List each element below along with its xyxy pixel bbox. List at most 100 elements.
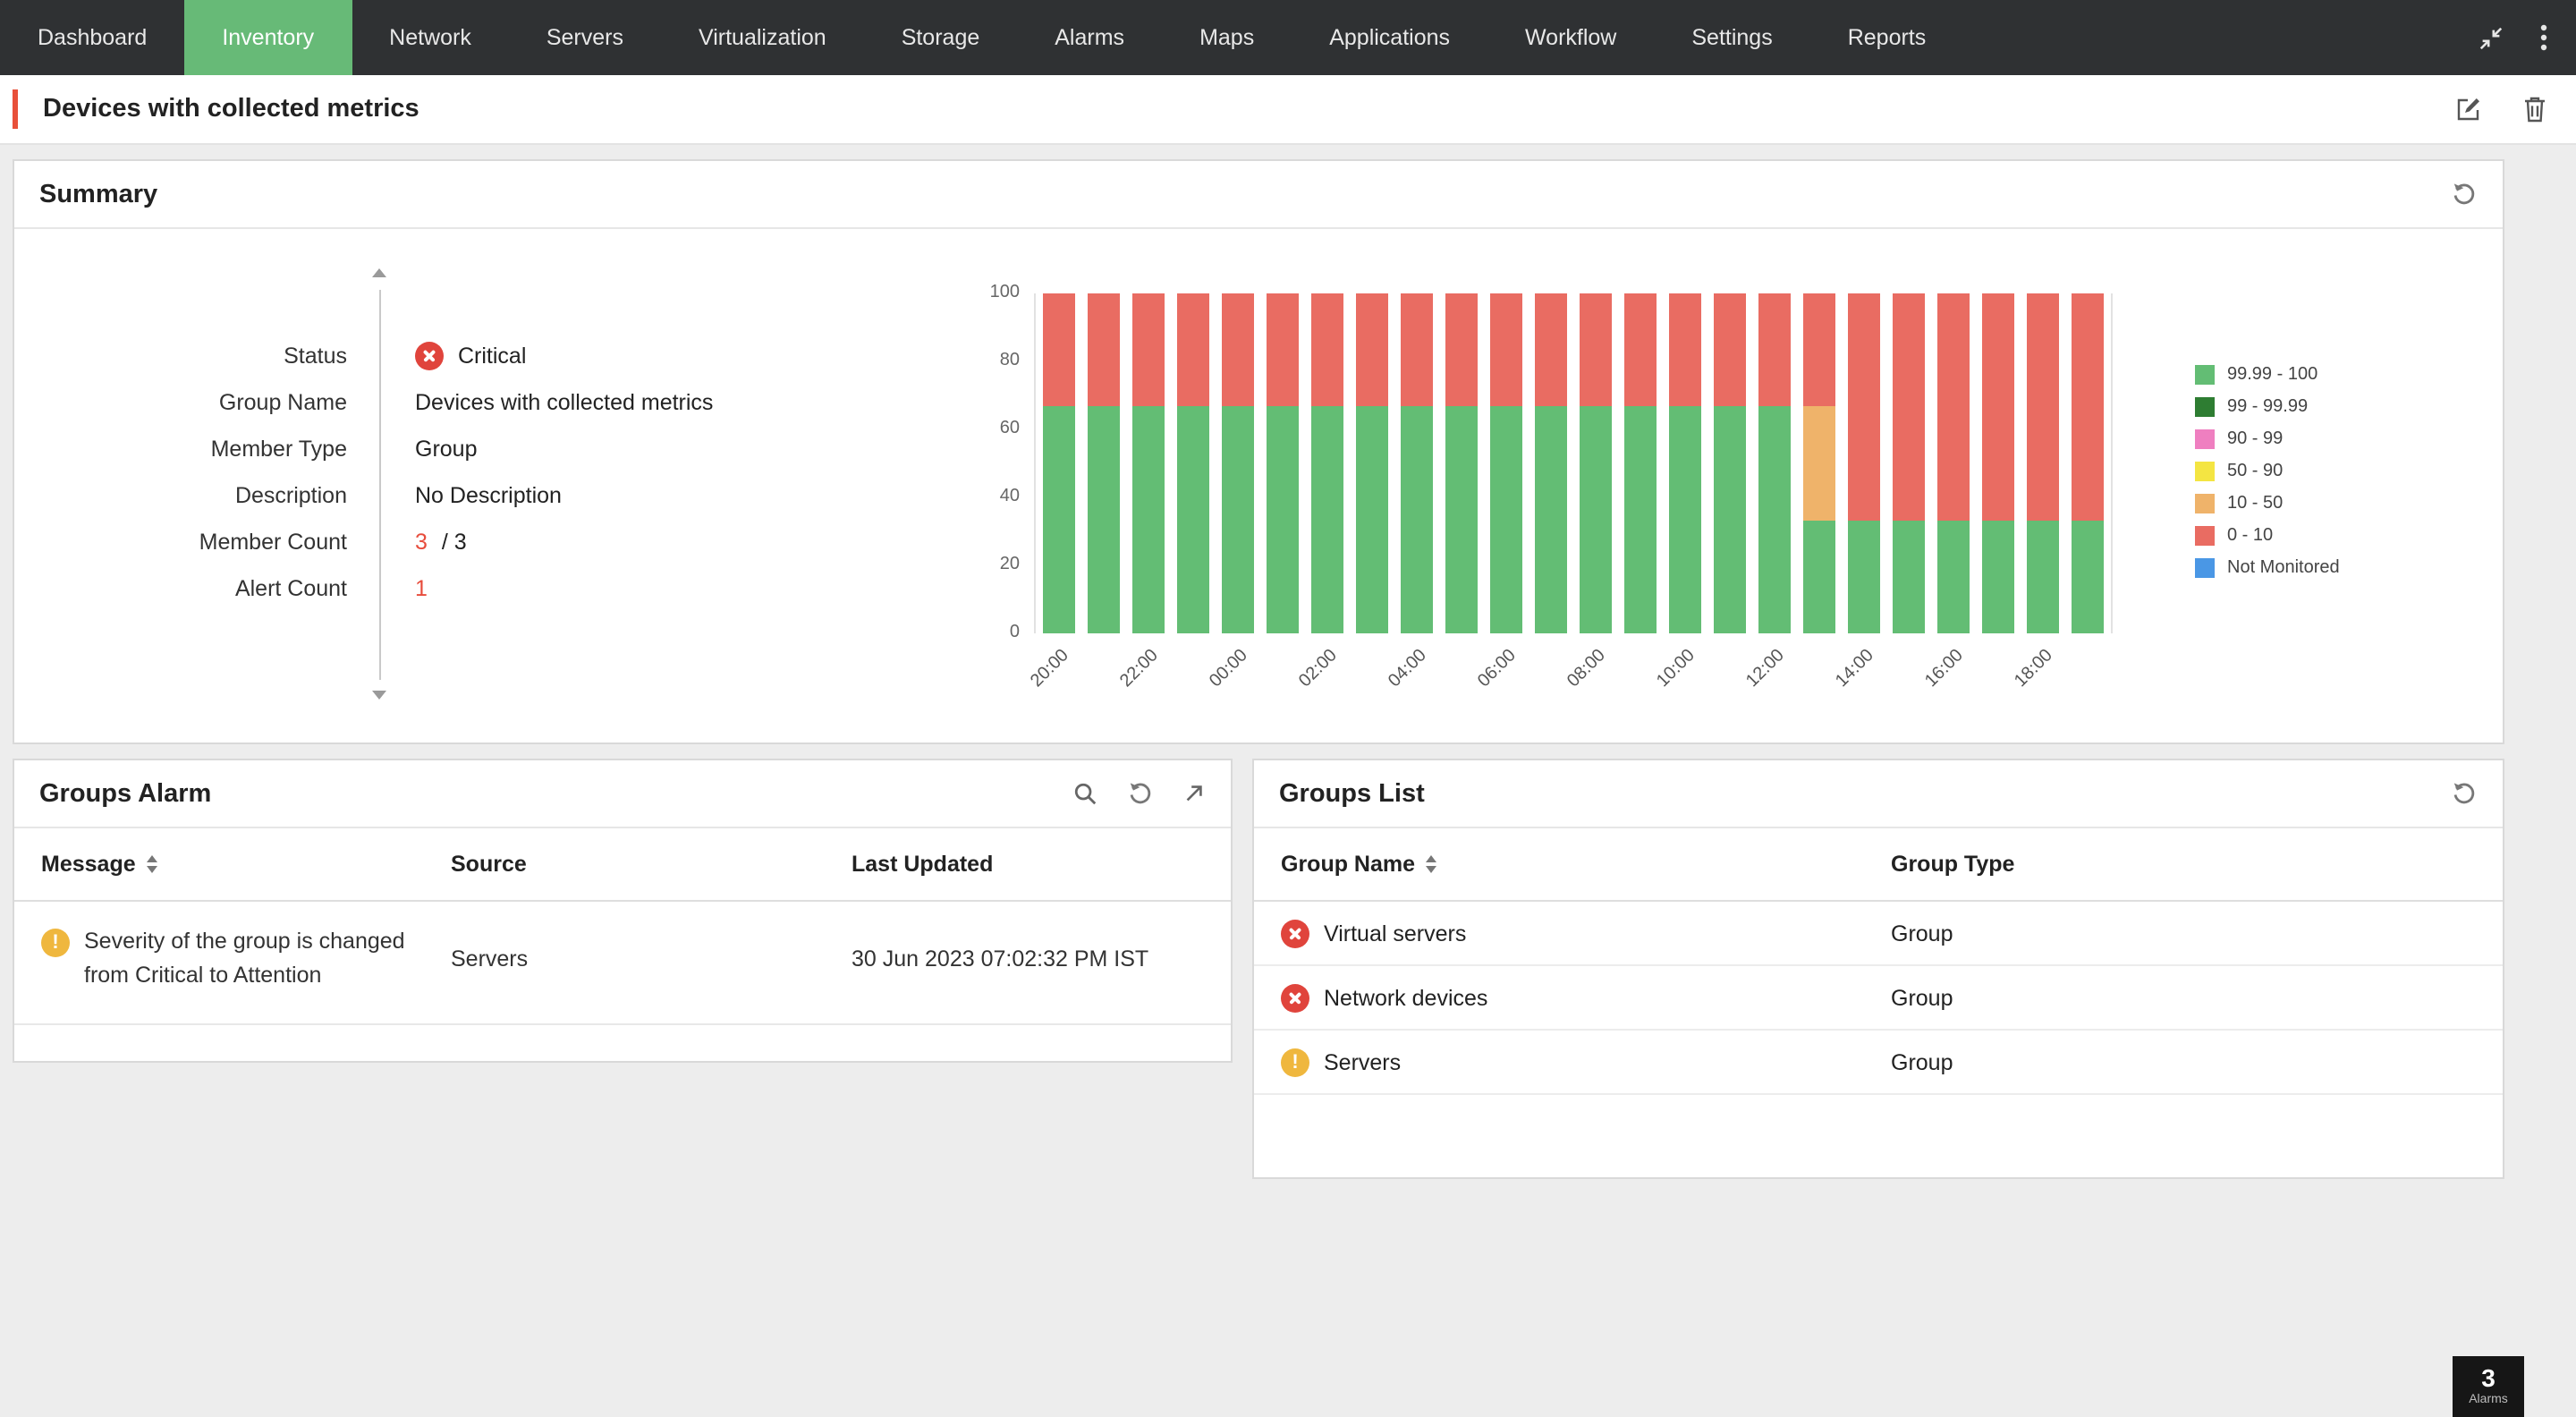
alarms-badge[interactable]: 3 Alarms — [2453, 1356, 2524, 1417]
search-icon[interactable] — [1072, 780, 1098, 807]
chart-bar — [1714, 293, 1746, 633]
chart-x-label: 16:00 — [1877, 646, 1967, 735]
nav-item-virtualization[interactable]: Virtualization — [661, 0, 864, 75]
chart-bar — [1222, 293, 1254, 633]
critical-status-icon — [415, 342, 444, 370]
legend-swatch — [2195, 526, 2215, 546]
groups-list-column-headers: Group Name Group Type — [1254, 828, 2503, 902]
legend-swatch — [2195, 429, 2215, 449]
member-count-total: / 3 — [442, 530, 467, 555]
legend-item: 99.99 - 100 — [2195, 365, 2340, 385]
nav-item-alarms[interactable]: Alarms — [1017, 0, 1162, 75]
groups-alarm-title: Groups Alarm — [39, 779, 211, 808]
page-header: Devices with collected metrics — [0, 75, 2576, 145]
legend-item: 10 - 50 — [2195, 494, 2340, 513]
legend-item: Not Monitored — [2195, 558, 2340, 578]
nav-item-dashboard[interactable]: Dashboard — [0, 0, 184, 75]
nav-item-workflow[interactable]: Workflow — [1487, 0, 1654, 75]
column-header-group-name[interactable]: Group Name — [1281, 852, 1891, 877]
alarm-row[interactable]: Severity of the group is changed from Cr… — [14, 902, 1231, 1025]
alert-count-highlight[interactable]: 1 — [415, 576, 428, 601]
collapse-icon[interactable] — [2478, 24, 2504, 51]
chart-y-tick: 80 — [1000, 351, 1020, 372]
column-header-message[interactable]: Message — [41, 852, 451, 877]
chart-y-tick: 40 — [1000, 487, 1020, 508]
chart-bar — [1848, 293, 1880, 633]
scroll-up-icon[interactable] — [371, 268, 386, 277]
group-type: Group — [1891, 1049, 2476, 1074]
summary-info: Status Critical Group Name Devices with … — [14, 229, 855, 744]
bottom-row: Groups Alarm Message — [13, 759, 2504, 1179]
field-alert-count: Alert Count 1 — [14, 565, 855, 612]
member-count-value: 3 / 3 — [415, 530, 467, 555]
nav-item-maps[interactable]: Maps — [1162, 0, 1292, 75]
legend-item: 0 - 10 — [2195, 526, 2340, 546]
nav-item-settings[interactable]: Settings — [1654, 0, 1809, 75]
chart-legend: 99.99 - 100 99 - 99.99 90 - 99 50 - 90 1… — [2195, 293, 2340, 744]
column-header-group-type[interactable]: Group Type — [1891, 852, 2476, 877]
popout-icon[interactable] — [1182, 782, 1206, 805]
nav-item-servers[interactable]: Servers — [509, 0, 661, 75]
chart-bar — [1580, 293, 1612, 633]
legend-item: 50 - 90 — [2195, 462, 2340, 481]
chart-bar — [2027, 293, 2059, 633]
critical-status-icon — [1281, 983, 1309, 1012]
chart-y-axis: 020406080100 — [980, 293, 1034, 633]
chart-y-tick: 20 — [1000, 555, 1020, 576]
page-actions — [2454, 95, 2576, 123]
chart-x-label: 04:00 — [1341, 646, 1430, 735]
column-header-source[interactable]: Source — [451, 852, 852, 877]
refresh-icon[interactable] — [2451, 181, 2478, 208]
title-accent-bar — [13, 89, 18, 129]
nav-item-storage[interactable]: Storage — [864, 0, 1018, 75]
chart-bar — [1132, 293, 1165, 633]
alert-count-value: 1 — [415, 576, 428, 601]
chart-x-label: 00:00 — [1162, 646, 1251, 735]
refresh-icon[interactable] — [1127, 780, 1154, 807]
chart-bar — [1535, 293, 1567, 633]
sort-icon — [1426, 856, 1436, 873]
kebab-menu-icon[interactable] — [2540, 23, 2547, 52]
chart-bar — [1401, 293, 1433, 633]
chart-x-label: 18:00 — [1967, 646, 2056, 735]
edit-icon[interactable] — [2454, 95, 2483, 123]
refresh-icon[interactable] — [2451, 780, 2478, 807]
groups-alarm-panel: Groups Alarm Message — [13, 759, 1233, 1063]
chart-bar — [2072, 293, 2104, 633]
nav-item-network[interactable]: Network — [352, 0, 509, 75]
chart-bar — [1490, 293, 1522, 633]
delete-icon[interactable] — [2522, 95, 2547, 123]
chart-x-label: 14:00 — [1788, 646, 1877, 735]
groups-alarm-header: Groups Alarm — [14, 760, 1231, 828]
field-label: Group Name — [14, 390, 347, 415]
group-row-virtual-servers[interactable]: Virtual servers Group — [1254, 902, 2503, 966]
chart-x-label: 10:00 — [1609, 646, 1699, 735]
chart-x-label: 20:00 — [983, 646, 1072, 735]
field-member-count: Member Count 3 / 3 — [14, 519, 855, 565]
chart-bar — [1311, 293, 1343, 633]
attention-severity-icon — [41, 929, 70, 957]
summary-panel-header: Summary — [14, 161, 2503, 229]
nav-item-inventory[interactable]: Inventory — [184, 0, 352, 75]
chart-bar — [1803, 293, 1835, 633]
chart-bar — [1043, 293, 1075, 633]
groups-list-header: Groups List — [1254, 760, 2503, 828]
chart-x-label: 22:00 — [1072, 646, 1162, 735]
field-label: Status — [14, 344, 347, 369]
column-header-last-updated[interactable]: Last Updated — [852, 852, 1204, 877]
chart-bar — [1893, 293, 1925, 633]
group-name: Servers — [1324, 1049, 1401, 1074]
chart-bar — [1177, 293, 1209, 633]
field-status: Status Critical — [14, 333, 855, 379]
member-count-highlight[interactable]: 3 — [415, 530, 428, 555]
group-row-network-devices[interactable]: Network devices Group — [1254, 966, 2503, 1031]
chart-bar — [1088, 293, 1120, 633]
chart-bar — [1267, 293, 1299, 633]
nav-item-applications[interactable]: Applications — [1292, 0, 1487, 75]
summary-panel: Summary Status Critical — [13, 159, 2504, 744]
group-row-servers[interactable]: Servers Group — [1254, 1031, 2503, 1095]
nav-item-reports[interactable]: Reports — [1810, 0, 1964, 75]
scroll-down-icon[interactable] — [371, 691, 386, 700]
chart-y-tick: 60 — [1000, 419, 1020, 440]
field-member-type: Member Type Group — [14, 426, 855, 472]
